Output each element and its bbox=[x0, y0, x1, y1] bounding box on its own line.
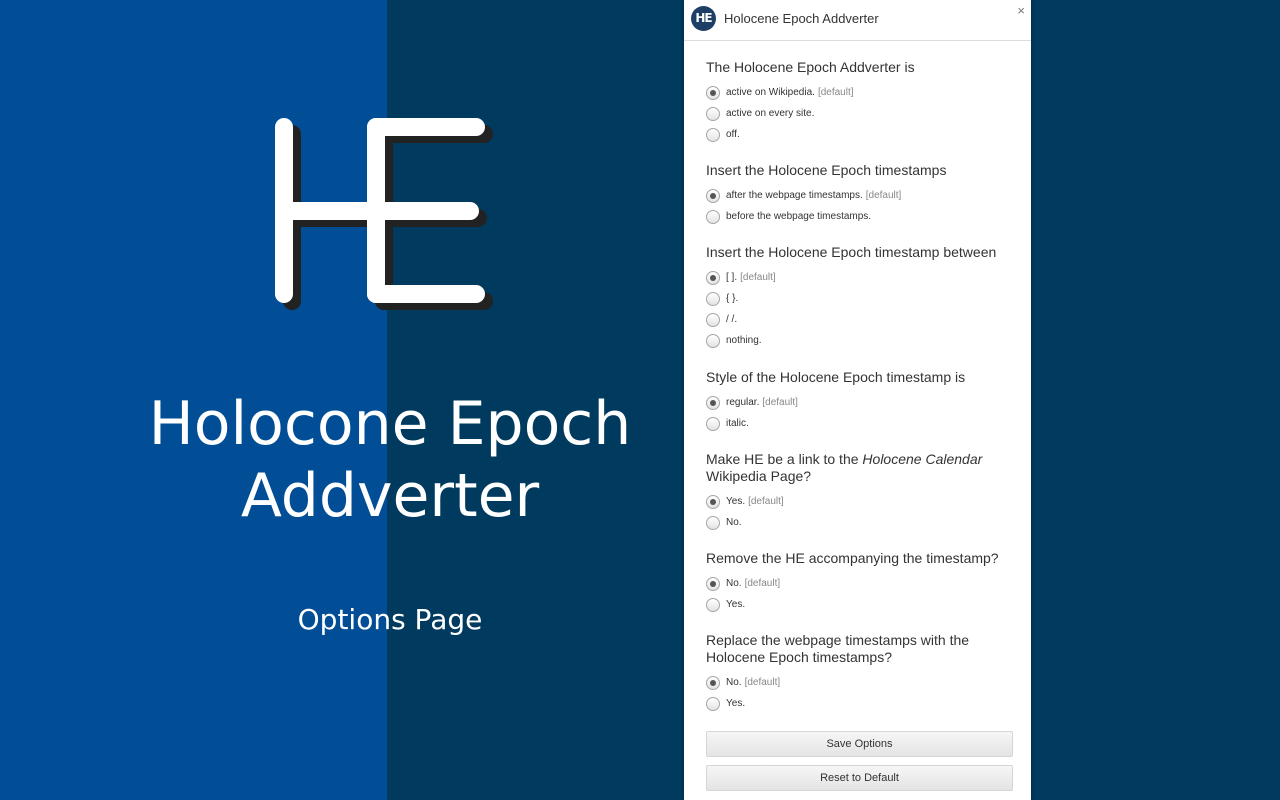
radio-button[interactable] bbox=[706, 270, 720, 285]
radio-button[interactable] bbox=[706, 576, 720, 591]
radio-option[interactable]: / /. bbox=[706, 309, 1016, 330]
radio-button[interactable] bbox=[706, 675, 720, 690]
default-tag: [default] bbox=[744, 578, 781, 589]
option-label: italic. bbox=[726, 418, 749, 429]
option-label: off. bbox=[726, 129, 740, 140]
section-remove-he: Remove the HE accompanying the timestamp… bbox=[706, 550, 1016, 615]
section-title: Replace the webpage timestamps with the … bbox=[706, 632, 970, 665]
section-style: Style of the Holocene Epoch timestamp is… bbox=[706, 369, 1016, 434]
section-title: Make HE be a link to the Holocene Calend… bbox=[706, 451, 1016, 485]
radio-button[interactable] bbox=[706, 85, 720, 100]
radio-option[interactable]: Yes. [default] bbox=[706, 491, 1016, 512]
radio-option[interactable]: regular. [default] bbox=[706, 392, 1016, 413]
section-title: Insert the Holocene Epoch timestamps bbox=[706, 162, 947, 178]
radio-option[interactable]: { }. bbox=[706, 288, 1016, 309]
radio-option[interactable]: [ ]. [default] bbox=[706, 267, 1016, 288]
radio-option[interactable]: italic. bbox=[706, 413, 1016, 434]
option-label: No. bbox=[726, 517, 742, 528]
he-badge-icon: HE bbox=[691, 6, 716, 31]
section-title: The Holocene Epoch Addverter is bbox=[706, 59, 915, 75]
section-insert-position: Insert the Holocene Epoch timestamps aft… bbox=[706, 162, 1016, 227]
radio-option[interactable]: before the webpage timestamps. bbox=[706, 206, 1016, 227]
radio-option[interactable]: off. bbox=[706, 124, 1016, 145]
radio-option[interactable]: Yes. bbox=[706, 693, 1016, 714]
close-button[interactable]: × bbox=[1017, 3, 1025, 18]
radio-button[interactable] bbox=[706, 312, 720, 327]
app-title-line1: Holocone Epoch bbox=[148, 389, 632, 459]
radio-button[interactable] bbox=[706, 127, 720, 142]
option-label: nothing. bbox=[726, 335, 762, 346]
radio-option[interactable]: No. [default] bbox=[706, 672, 1016, 693]
section-title-post: Wikipedia Page? bbox=[706, 468, 812, 484]
radio-option[interactable]: after the webpage timestamps. [default] bbox=[706, 185, 1016, 206]
option-label: [ ]. bbox=[726, 272, 738, 283]
section-replace: Replace the webpage timestamps with the … bbox=[706, 632, 1016, 714]
radio-button[interactable] bbox=[706, 597, 720, 612]
app-subtitle: Options Page bbox=[297, 603, 483, 636]
option-label: Yes. bbox=[726, 599, 746, 610]
radio-button[interactable] bbox=[706, 291, 720, 306]
option-label: active on Wikipedia. bbox=[726, 87, 815, 98]
option-label: / /. bbox=[726, 314, 738, 325]
radio-button[interactable] bbox=[706, 106, 720, 121]
radio-option[interactable]: active on Wikipedia. [default] bbox=[706, 82, 1016, 103]
radio-button[interactable] bbox=[706, 416, 720, 431]
default-tag: [default] bbox=[762, 397, 798, 408]
option-label: Yes. bbox=[726, 496, 746, 507]
radio-option[interactable]: active on every site. bbox=[706, 103, 1016, 124]
option-label: { }. bbox=[726, 293, 739, 304]
save-options-button[interactable]: Save Options bbox=[706, 731, 1013, 757]
option-label: No. bbox=[726, 677, 742, 688]
radio-button[interactable] bbox=[706, 395, 720, 410]
popup-title: Holocene Epoch Addverter bbox=[724, 11, 879, 26]
he-logo-icon bbox=[275, 118, 493, 310]
radio-button[interactable] bbox=[706, 333, 720, 348]
option-label: Yes. bbox=[726, 698, 746, 709]
app-title-line2: Addverter bbox=[240, 461, 540, 531]
radio-button[interactable] bbox=[706, 209, 720, 224]
option-label: after the webpage timestamps. bbox=[726, 190, 863, 201]
radio-option[interactable]: No. bbox=[706, 512, 1016, 533]
option-label: regular. bbox=[726, 397, 760, 408]
default-tag: [default] bbox=[740, 272, 776, 283]
reset-default-button[interactable]: Reset to Default bbox=[706, 765, 1013, 791]
section-title: Insert the Holocene Epoch timestamp betw… bbox=[706, 244, 997, 260]
radio-option[interactable]: nothing. bbox=[706, 330, 1016, 351]
default-tag: [default] bbox=[744, 677, 781, 688]
radio-button[interactable] bbox=[706, 188, 720, 203]
option-label: No. bbox=[726, 578, 742, 589]
default-tag: [default] bbox=[817, 87, 854, 98]
section-title-em: Holocene Calendar bbox=[862, 451, 983, 467]
default-tag: [default] bbox=[748, 496, 784, 507]
popup-header: HE Holocene Epoch Addverter × bbox=[684, 0, 1031, 41]
section-link: Make HE be a link to the Holocene Calend… bbox=[706, 451, 1016, 533]
radio-option[interactable]: Yes. bbox=[706, 594, 1016, 615]
option-label: before the webpage timestamps. bbox=[726, 211, 872, 222]
app-title: Holocone Epoch Addverter bbox=[90, 388, 690, 532]
section-brackets: Insert the Holocene Epoch timestamp betw… bbox=[706, 244, 1016, 351]
section-title-pre: Make HE be a link to the bbox=[706, 451, 863, 467]
default-tag: [default] bbox=[865, 190, 902, 201]
radio-button[interactable] bbox=[706, 696, 720, 711]
options-popup: HE Holocene Epoch Addverter × The Holoce… bbox=[684, 0, 1031, 800]
section-activation: The Holocene Epoch Addverter is active o… bbox=[706, 59, 1016, 145]
option-label: active on every site. bbox=[726, 108, 815, 119]
radio-button[interactable] bbox=[706, 494, 720, 509]
section-title: Style of the Holocene Epoch timestamp is bbox=[706, 369, 966, 385]
section-title: Remove the HE accompanying the timestamp… bbox=[706, 550, 999, 566]
radio-option[interactable]: No. [default] bbox=[706, 573, 1016, 594]
radio-button[interactable] bbox=[706, 515, 720, 530]
